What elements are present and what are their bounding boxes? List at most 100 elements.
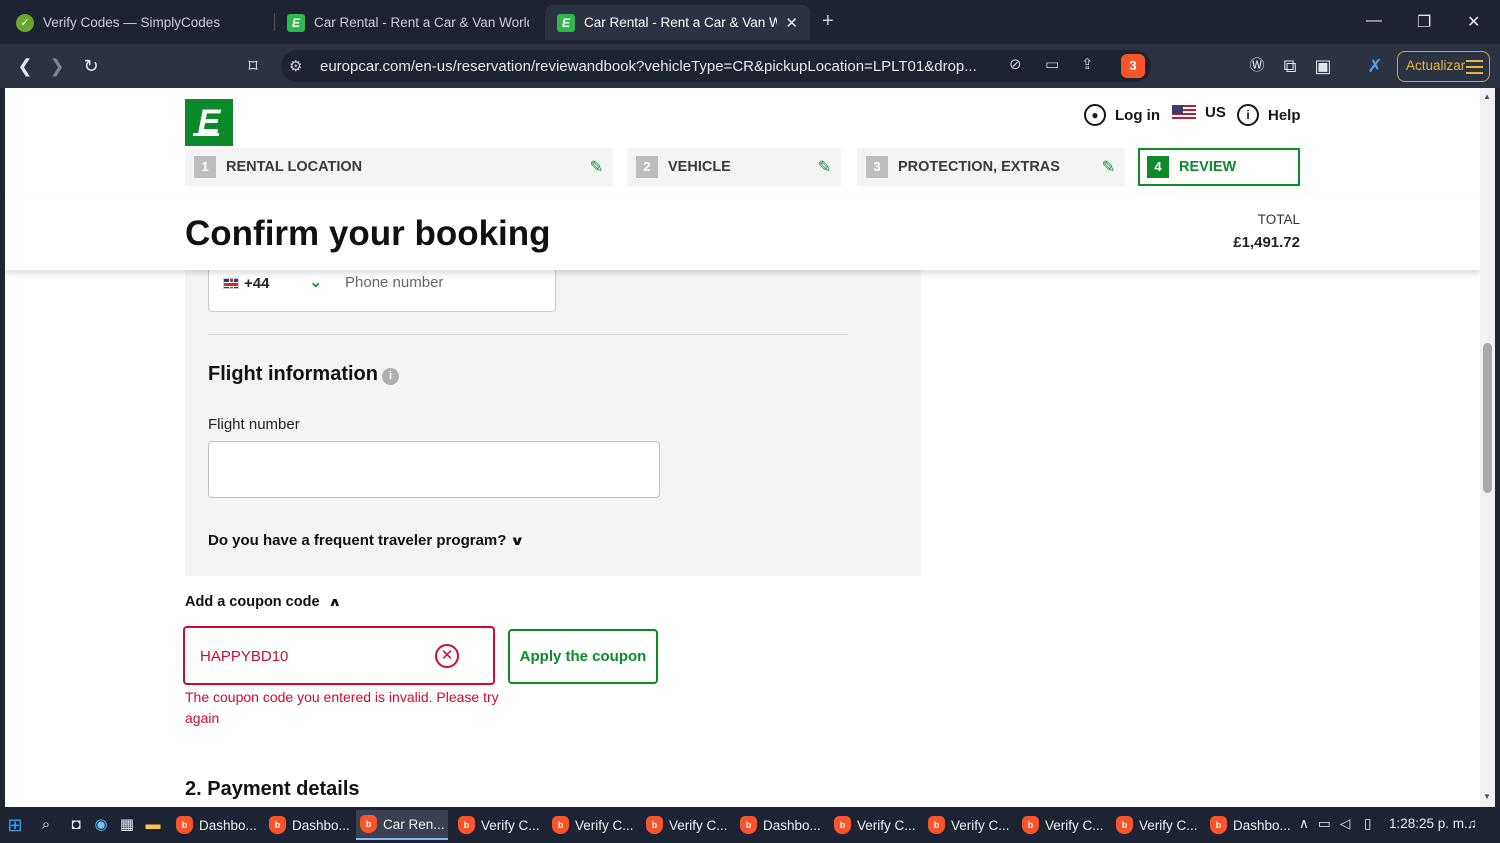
new-tab-button[interactable]: + (822, 10, 834, 33)
minimize-icon[interactable]: — (1366, 12, 1382, 30)
divider (208, 334, 848, 335)
tab-car-rental-active[interactable]: E Car Rental - Rent a Car & Van Wo ✕ (545, 5, 810, 40)
camera-app-icon[interactable]: ◘ (66, 815, 86, 835)
battery-icon[interactable]: ▯ (1364, 816, 1371, 832)
taskbar-window[interactable]: b Verify C... (1112, 810, 1202, 840)
taskbar-window[interactable]: b Verify C... (830, 810, 920, 840)
taskbar-window[interactable]: b Verify C... (924, 810, 1014, 840)
page-title: Confirm your booking (185, 214, 551, 253)
taskbar-window[interactable]: b Verify C... (1018, 810, 1108, 840)
close-tab-icon[interactable]: ✕ (785, 14, 798, 32)
coupon-field: ✕ (183, 626, 495, 685)
volume-icon[interactable]: ◁ (1340, 816, 1350, 832)
phone-country-code[interactable]: +44 (244, 275, 269, 292)
share-icon[interactable]: ⇪ (1081, 55, 1094, 73)
taskbar-window[interactable]: b Dashbo... (1206, 810, 1296, 840)
page-scrollbar[interactable]: ▲ ▼ (1480, 88, 1495, 807)
site-settings-icon[interactable]: ⚙ (289, 57, 302, 75)
us-flag-icon (1172, 104, 1196, 121)
restore-icon[interactable]: ❐ (1417, 12, 1431, 32)
forward-icon[interactable]: ❯ (44, 53, 70, 79)
tab-title: Car Rental - Rent a Car & Van Worldw (314, 15, 529, 30)
taskbar-label: Dashbo... (292, 817, 350, 833)
extension-x-icon[interactable]: ✗ (1362, 53, 1388, 79)
country-selector[interactable]: US (1172, 104, 1226, 121)
clear-coupon-icon[interactable]: ✕ (435, 644, 459, 668)
step-review: 4 REVIEW (1138, 148, 1300, 186)
file-explorer-icon[interactable]: ▬ (143, 815, 163, 835)
flight-number-input[interactable] (208, 441, 660, 498)
brave-icon: b (360, 815, 377, 833)
calculator-icon[interactable]: ▦ (117, 815, 137, 835)
brave-icon: b (458, 816, 475, 834)
coupon-toggle-label: Add a coupon code (185, 594, 320, 610)
taskbar-window-active[interactable]: b Car Ren... (356, 810, 448, 840)
simplycodes-check-icon: ✓ (16, 13, 34, 32)
brave-icon: b (1210, 816, 1227, 834)
chevron-down-icon: ∨ (510, 532, 526, 548)
scroll-up-arrow-icon[interactable]: ▲ (1483, 92, 1491, 101)
scroll-down-arrow-icon[interactable]: ▼ (1483, 792, 1491, 801)
wallet-icon[interactable]: Ⓦ (1244, 53, 1270, 79)
edit-pencil-icon[interactable]: ✎ (1102, 157, 1115, 177)
europcar-logo[interactable]: E (185, 99, 233, 146)
taskbar-window[interactable]: b Verify C... (454, 810, 544, 840)
taskbar-label: Verify C... (857, 817, 916, 833)
tab-car-rental-1[interactable]: E Car Rental - Rent a Car & Van Worldw (275, 5, 541, 40)
tray-chevron-up-icon[interactable]: ∧ (1299, 816, 1309, 832)
tab-title: Car Rental - Rent a Car & Van Wo (584, 15, 778, 30)
network-icon[interactable]: ▭ (1318, 816, 1331, 832)
edit-pencil-icon[interactable]: ✎ (818, 157, 831, 177)
phone-number-input[interactable] (345, 274, 545, 291)
coupon-code-input[interactable] (200, 648, 400, 665)
step-rental-location[interactable]: 1 RENTAL LOCATION ✎ (185, 148, 613, 186)
scrollbar-thumb[interactable] (1483, 343, 1492, 493)
taskbar-label: Dashbo... (1233, 817, 1291, 833)
flight-number-label: Flight number (208, 416, 300, 433)
brave-shield-icon[interactable]: 3 (1121, 54, 1145, 78)
info-icon[interactable]: i (381, 368, 399, 385)
reader-mode-icon[interactable]: ⊘ (1009, 55, 1022, 73)
notification-bell-icon[interactable]: ♫ (1467, 816, 1477, 831)
step-vehicle[interactable]: 2 VEHICLE ✎ (627, 148, 841, 186)
info-icon: i (1237, 104, 1259, 126)
taskbar-window[interactable]: b Dashbo... (265, 810, 355, 840)
search-icon[interactable]: ⌕ (36, 815, 56, 835)
coupon-toggle[interactable]: Add a coupon code ∧ (185, 594, 341, 610)
cast-icon[interactable]: ▭ (1045, 55, 1059, 73)
europcar-favicon: E (557, 13, 575, 32)
browser-tab-bar: ✓ Verify Codes — SimplyCodes E Car Renta… (0, 0, 1500, 44)
address-bar[interactable]: ⚙ europcar.com/en-us/reservation/reviewa… (281, 50, 1151, 82)
tab-verify-codes[interactable]: ✓ Verify Codes — SimplyCodes (4, 5, 272, 40)
update-button[interactable]: Actualizar (1397, 51, 1490, 82)
back-icon[interactable]: ❮ (12, 53, 38, 79)
reload-icon[interactable]: ↻ (78, 53, 104, 79)
taskbar-window[interactable]: b Verify C... (548, 810, 638, 840)
taskbar-label: Verify C... (1045, 817, 1104, 833)
login-link[interactable]: ● Log in (1084, 104, 1160, 126)
frequent-traveler-toggle[interactable]: Do you have a frequent traveler program?… (208, 532, 526, 549)
url-text[interactable]: europcar.com/en-us/reservation/reviewand… (320, 58, 977, 75)
frequent-traveler-question: Do you have a frequent traveler program? (208, 532, 507, 549)
apply-coupon-button[interactable]: Apply the coupon (508, 629, 658, 684)
close-window-icon[interactable]: ✕ (1467, 12, 1480, 32)
extensions-icon[interactable]: ⧉ (1277, 53, 1303, 79)
tab-title: Verify Codes — SimplyCodes (43, 15, 221, 30)
edit-pencil-icon[interactable]: ✎ (590, 157, 603, 177)
step-number: 1 (194, 156, 216, 178)
browser-app-icon[interactable]: ◉ (91, 815, 111, 835)
taskbar-window[interactable]: b Dashbo... (736, 810, 826, 840)
taskbar-window[interactable]: b Dashbo... (172, 810, 262, 840)
taskbar-label: Dashbo... (763, 817, 821, 833)
windows-start-icon[interactable]: ⊞ (5, 815, 25, 835)
chevron-down-icon[interactable]: ⌄ (309, 272, 322, 292)
payment-details-heading: 2. Payment details (185, 778, 360, 800)
taskbar-window[interactable]: b Verify C... (642, 810, 732, 840)
bookmark-icon[interactable]: ⌑ (240, 53, 266, 79)
step-protection-extras[interactable]: 3 PROTECTION, EXTRAS ✎ (857, 148, 1125, 186)
driver-details-panel: +44 ⌄ Flight information i Flight number… (185, 238, 921, 576)
help-link[interactable]: i Help (1237, 104, 1301, 126)
step-label: VEHICLE (668, 159, 731, 175)
sidebar-icon[interactable]: ▣ (1310, 53, 1336, 79)
taskbar-clock[interactable]: 1:28:25 p. m. (1389, 816, 1468, 831)
